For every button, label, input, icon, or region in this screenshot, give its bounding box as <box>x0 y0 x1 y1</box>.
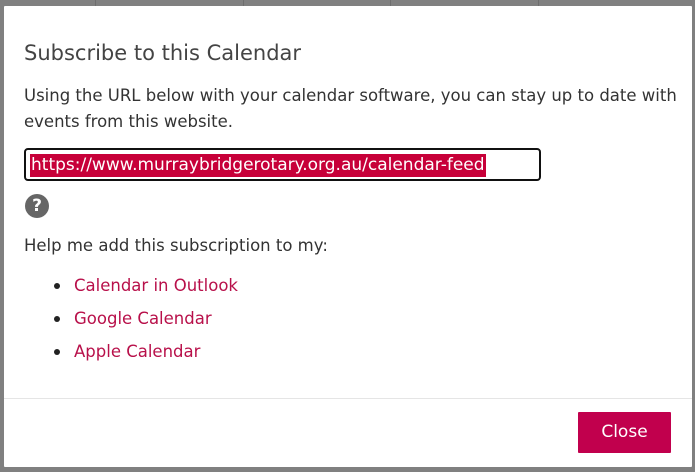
list-item: Calendar in Outlook <box>24 273 238 306</box>
dialog-title: Subscribe to this Calendar <box>24 41 302 65</box>
bullet-icon <box>54 316 60 322</box>
bullet-icon <box>54 349 60 355</box>
question-circle-icon[interactable]: ? <box>25 194 49 218</box>
calendar-app-links: Calendar in Outlook Google Calendar Appl… <box>24 273 238 372</box>
subscribe-dialog: Subscribe to this Calendar Using the URL… <box>4 6 692 467</box>
close-button[interactable]: Close <box>578 412 671 453</box>
dialog-intro-text: Using the URL below with your calendar s… <box>24 86 677 131</box>
list-item: Google Calendar <box>24 306 238 339</box>
outlook-calendar-link[interactable]: Calendar in Outlook <box>74 276 238 295</box>
calendar-feed-url-field[interactable]: https://www.murraybridgerotary.org.au/ca… <box>24 148 541 181</box>
subscription-help-label: Help me add this subscription to my: <box>24 236 328 255</box>
bullet-icon <box>54 283 60 289</box>
dialog-footer-divider <box>4 398 692 399</box>
calendar-feed-url-text[interactable]: https://www.murraybridgerotary.org.au/ca… <box>30 154 486 177</box>
list-item: Apple Calendar <box>24 339 238 372</box>
google-calendar-link[interactable]: Google Calendar <box>74 309 212 328</box>
apple-calendar-link[interactable]: Apple Calendar <box>74 342 200 361</box>
